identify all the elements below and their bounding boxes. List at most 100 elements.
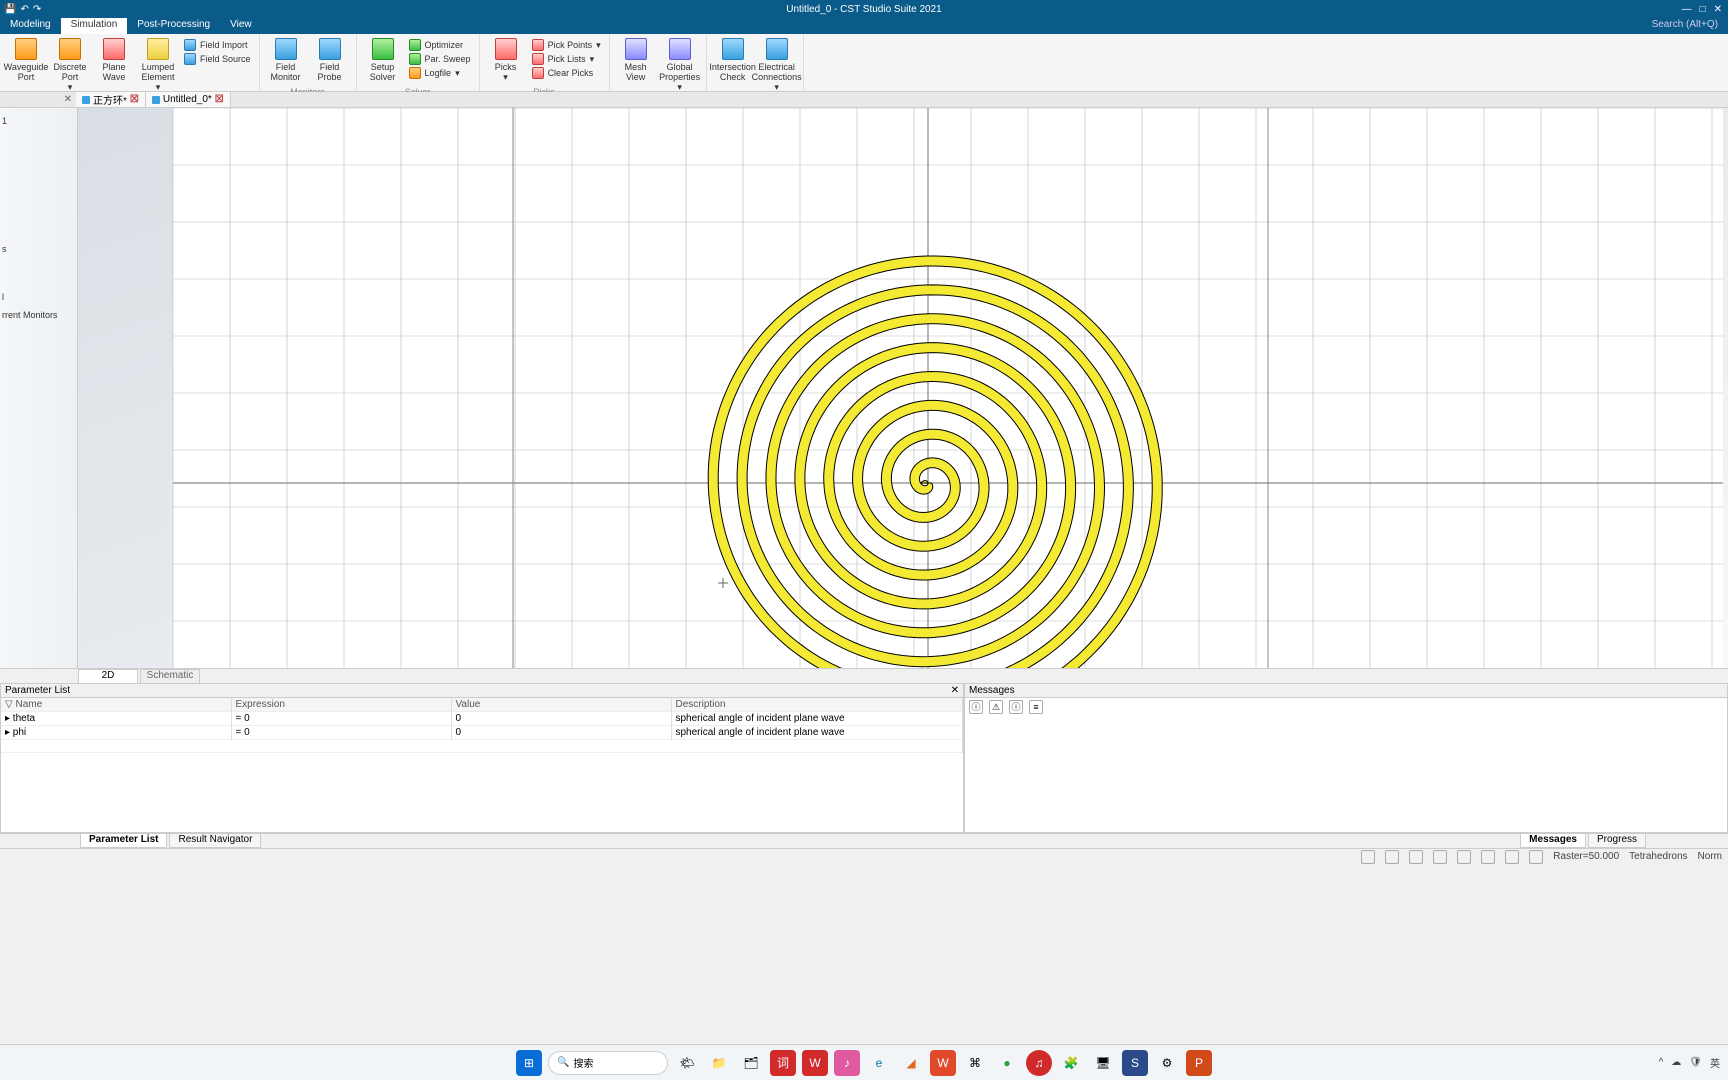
taskbar-app6-icon[interactable]: ⚙ [1154, 1050, 1180, 1076]
setup-solver-button[interactable]: Setup Solver [361, 36, 405, 84]
taskbar-terminal-icon[interactable]: ⌘ [962, 1050, 988, 1076]
doctab-close-icon[interactable]: ✕ [64, 94, 72, 105]
tab-modeling[interactable]: Modeling [0, 18, 61, 34]
tray-cloud-icon[interactable]: ☁ [1671, 1057, 1681, 1068]
mesh-view-button[interactable]: Mesh View [614, 36, 658, 84]
msg-warn-icon[interactable]: ⚠ [989, 700, 1003, 714]
taskbar-folder-icon[interactable]: 🗂 [738, 1050, 764, 1076]
taskbar-app5-icon[interactable]: 🖥 [1090, 1050, 1116, 1076]
tree-node-1[interactable]: 1 [2, 112, 75, 130]
table-row[interactable]: ▸ phi= 00spherical angle of incident pla… [1, 726, 963, 740]
qat-redo-icon[interactable]: ↷ [33, 4, 41, 15]
pick-points-button[interactable]: Pick Points ▾ [530, 38, 603, 52]
status-help-icon[interactable] [1505, 850, 1519, 864]
global-properties-button[interactable]: Global Properties▾ [658, 36, 702, 94]
status-units-icon[interactable] [1481, 850, 1495, 864]
taskbar-explorer-icon[interactable]: 📁 [706, 1050, 732, 1076]
doctab-2-close-icon[interactable]: ☒ [215, 94, 224, 105]
msg-err-icon[interactable]: ⓘ [1009, 700, 1023, 714]
tab-view[interactable]: View [220, 18, 262, 34]
status-reset-icon[interactable] [1409, 850, 1423, 864]
optimizer-button[interactable]: Optimizer [407, 38, 473, 52]
parameter-list-panel: Parameter List✕ ▽ Name Expression Value … [0, 683, 964, 833]
electrical-connections-button[interactable]: Electrical Connections▾ [755, 36, 799, 94]
taskbar-cst-icon[interactable]: S [1122, 1050, 1148, 1076]
clear-picks-icon [532, 67, 544, 79]
window-titlebar: 💾 ↶ ↷ Untitled_0 - CST Studio Suite 2021… [0, 0, 1728, 18]
paneltab-messages[interactable]: Messages [1520, 834, 1586, 848]
clear-picks-button[interactable]: Clear Picks [530, 66, 603, 80]
start-button[interactable]: ⊞ [516, 1050, 542, 1076]
window-close-icon[interactable]: ✕ [1714, 4, 1722, 15]
tab-postprocessing[interactable]: Post-Processing [127, 18, 220, 34]
qat-save-icon[interactable]: 💾 [4, 4, 16, 15]
table-row[interactable]: ▸ theta= 00spherical angle of incident p… [1, 712, 963, 726]
field-source-button[interactable]: Field Source [182, 52, 253, 66]
pick-lists-button[interactable]: Pick Lists ▾ [530, 52, 603, 66]
paneltab-progress[interactable]: Progress [1588, 834, 1646, 848]
table-row-new[interactable] [1, 740, 963, 753]
model-viewport[interactable] [78, 108, 1728, 668]
tree-node-s[interactable]: s [2, 240, 75, 258]
msg-filter-icon[interactable]: ≡ [1029, 700, 1043, 714]
ribbon-search[interactable]: Search (Alt+Q) [1642, 18, 1728, 34]
logfile-button[interactable]: Logfile ▾ [407, 66, 473, 80]
col-desc[interactable]: Description [671, 698, 963, 712]
doctab-1[interactable]: 正方环*☒ [76, 92, 146, 107]
doctab-2[interactable]: Untitled_0*☒ [146, 92, 231, 107]
taskbar-widgets-icon[interactable]: 🌤 [674, 1050, 700, 1076]
taskbar-wps-icon[interactable]: W [930, 1050, 956, 1076]
viewtab-3d[interactable]: 2D [78, 669, 138, 683]
status-zoom-icon[interactable] [1361, 850, 1375, 864]
tray-defender-icon[interactable]: 🛡 [1689, 1057, 1702, 1068]
discrete-port-button[interactable]: Discrete Port▾ [48, 36, 92, 94]
taskbar-edge-icon[interactable]: e [866, 1050, 892, 1076]
picks-button[interactable]: Picks▾ [484, 36, 528, 84]
doctab-1-close-icon[interactable]: ☒ [130, 94, 139, 105]
taskbar-netease-icon[interactable]: ♫ [1026, 1050, 1052, 1076]
taskbar-ppt-icon[interactable]: P [1186, 1050, 1212, 1076]
paneltab-resultnav[interactable]: Result Navigator [169, 834, 261, 848]
param-panel-close-icon[interactable]: ✕ [951, 685, 959, 696]
paneltab-paramlist[interactable]: Parameter List [80, 834, 167, 848]
lumped-element-button[interactable]: Lumped Element▾ [136, 36, 180, 94]
col-name[interactable]: ▽ Name [1, 698, 231, 712]
field-probe-button[interactable]: Field Probe [308, 36, 352, 84]
taskbar-app3-icon[interactable]: ♪ [834, 1050, 860, 1076]
field-import-button[interactable]: Field Import [182, 38, 253, 52]
col-value[interactable]: Value [451, 698, 671, 712]
tray-chevron-icon[interactable]: ^ [1659, 1057, 1664, 1068]
taskbar-matlab-icon[interactable]: ◢ [898, 1050, 924, 1076]
status-fit-icon[interactable] [1385, 850, 1399, 864]
taskbar-app4-icon[interactable]: 🧩 [1058, 1050, 1084, 1076]
window-maximize-icon[interactable]: □ [1700, 4, 1706, 15]
qat-undo-icon[interactable]: ↶ [20, 4, 28, 15]
tree-node-l[interactable]: l [2, 288, 75, 306]
intersection-check-button[interactable]: Intersection Check [711, 36, 755, 84]
field-import-icon [184, 39, 196, 51]
parameter-table[interactable]: ▽ Name Expression Value Description ▸ th… [1, 698, 963, 753]
status-axes-icon[interactable] [1529, 850, 1543, 864]
navigation-tree[interactable]: 1 s l rrent Monitors [0, 108, 78, 668]
taskbar-app1-icon[interactable]: 词 [770, 1050, 796, 1076]
taskbar-app2-icon[interactable]: W [802, 1050, 828, 1076]
status-rotate-icon[interactable] [1457, 850, 1471, 864]
plane-wave-button[interactable]: Plane Wave [92, 36, 136, 84]
optimizer-label: Optimizer [425, 40, 464, 50]
col-expr[interactable]: Expression [231, 698, 451, 712]
status-pan-icon[interactable] [1433, 850, 1447, 864]
plane-wave-label: Plane Wave [93, 62, 135, 82]
waveguide-port-button[interactable]: Waveguide Port [4, 36, 48, 84]
window-minimize-icon[interactable]: — [1682, 4, 1692, 15]
taskbar-wechat-icon[interactable]: ● [994, 1050, 1020, 1076]
msg-info-icon[interactable]: ⓘ [969, 700, 983, 714]
windows-taskbar[interactable]: ⊞ 🔍 搜索 🌤 📁 🗂 词 W ♪ e ◢ W ⌘ ● ♫ 🧩 🖥 S ⚙ P… [0, 1044, 1728, 1080]
tab-simulation[interactable]: Simulation [61, 18, 128, 34]
tray-ime[interactable]: 英 [1710, 1055, 1720, 1070]
waveguide-port-label: Waveguide Port [4, 62, 49, 82]
viewtab-schematic[interactable]: Schematic [140, 669, 200, 683]
par-sweep-button[interactable]: Par. Sweep [407, 52, 473, 66]
taskbar-search[interactable]: 🔍 搜索 [548, 1051, 668, 1075]
field-monitor-button[interactable]: Field Monitor [264, 36, 308, 84]
tree-node-monitors[interactable]: rrent Monitors [2, 306, 75, 324]
